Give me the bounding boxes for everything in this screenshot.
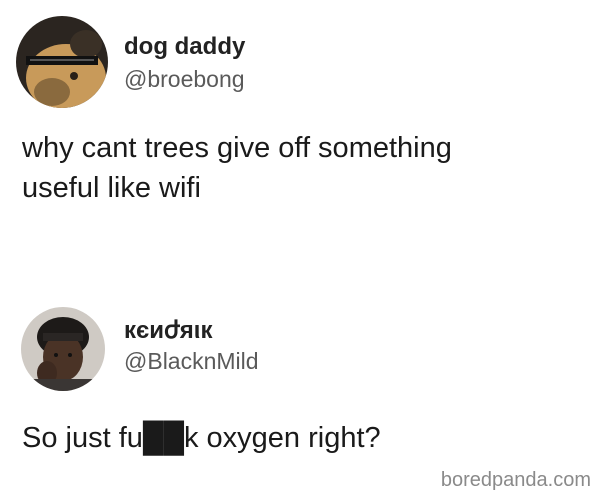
user-handle[interactable]: @broebong [124,66,245,93]
user-handle[interactable]: @BlacknMild [124,348,259,375]
display-name[interactable]: кєиժяιк [124,316,213,345]
tweet-1: dog daddy @broebong why cant trees give … [0,0,605,250]
dog-avatar-icon[interactable] [16,16,108,108]
display-name[interactable]: dog daddy [124,33,245,61]
tweet-2: кєиժяιк @BlacknMild So just fu██k oxygen… [0,250,605,502]
person-avatar-icon[interactable] [21,307,105,391]
tweet-text: So just fu██k oxygen right? [22,422,381,454]
dog-photo-icon [16,16,108,108]
tweet-text: why cant trees give off something useful… [22,132,452,204]
watermark: boredpanda.com [440,469,591,491]
person-photo-icon [21,307,105,391]
